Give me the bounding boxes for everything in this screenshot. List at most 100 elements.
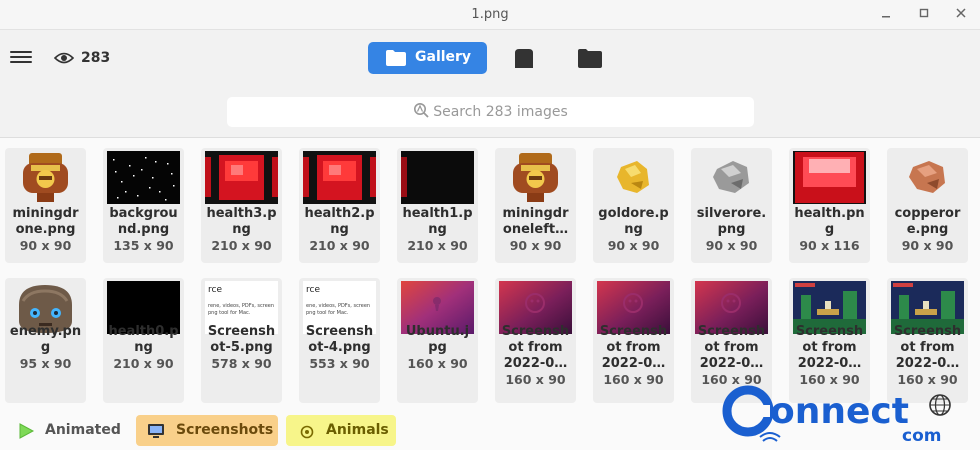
starfield-thumbnail — [107, 151, 180, 204]
image-dimensions: 210 x 90 — [211, 238, 272, 253]
image-dimensions: 90 x 90 — [607, 238, 660, 253]
image-dimensions: 90 x 90 — [19, 238, 72, 253]
copper-ore-thumbnail — [909, 161, 945, 193]
gallery-label: Gallery — [415, 49, 472, 65]
image-tile[interactable]: miningdr oneleft… 90 x 90 — [495, 148, 576, 263]
image-thumbnail — [793, 151, 866, 204]
filter-animated[interactable]: Animated — [5, 415, 127, 446]
image-tile[interactable]: health2.p ng 210 x 90 — [299, 148, 380, 263]
image-filename: Screensh ot from 2022-0… — [795, 324, 864, 371]
maximize-icon[interactable] — [913, 4, 935, 26]
image-filename: backgrou nd.png — [109, 206, 178, 237]
image-filename: Ubuntu.j pg — [405, 324, 470, 355]
image-filename: goldore.p ng — [598, 206, 669, 237]
image-thumbnail — [303, 151, 376, 204]
image-thumbnail — [891, 151, 964, 204]
folder-icon — [386, 50, 406, 66]
image-filename: health.pn g — [794, 206, 865, 237]
image-dimensions: 160 x 90 — [505, 372, 566, 387]
filter-animated-label: Animated — [45, 422, 121, 438]
health-full-thumbnail — [793, 151, 866, 204]
gold-ore-thumbnail — [617, 161, 649, 193]
monitor-icon — [148, 424, 164, 438]
image-tile[interactable]: miningdr one.png 90 x 90 — [5, 148, 86, 263]
mining-drone-thumbnail — [23, 153, 68, 202]
image-tile[interactable]: rce ene, videos, PDFs, screen png tool f… — [299, 278, 380, 403]
image-filename: Screensh ot from 2022-0… — [697, 324, 766, 371]
image-tile[interactable]: health.pn g 90 x 116 — [789, 148, 870, 263]
filter-screenshots-label: Screenshots — [176, 422, 274, 438]
image-thumbnail — [597, 151, 670, 204]
image-dimensions: 160 x 90 — [407, 356, 468, 371]
image-filename: Screensh ot-4.png — [305, 324, 374, 355]
search-bar-area: Search 283 images — [0, 86, 980, 138]
title-bar: 1.png — [0, 0, 980, 30]
health-bar-thumbnail — [205, 151, 278, 204]
image-thumbnail — [499, 151, 572, 204]
paw-icon — [300, 425, 314, 439]
image-tile[interactable]: goldore.p ng 90 x 90 — [593, 148, 674, 263]
image-tile[interactable]: rce rene, videos, PDFs, screen png tool … — [201, 278, 282, 403]
folder-view-icon[interactable] — [576, 44, 604, 72]
health-bar-thumbnail — [303, 151, 376, 204]
image-tile[interactable]: silverore. png 90 x 90 — [691, 148, 772, 263]
stack-icon[interactable] — [510, 44, 538, 72]
image-filename: Screensh ot-5.png — [207, 324, 276, 355]
image-thumbnail — [107, 151, 180, 204]
image-filename: miningdr oneleft… — [502, 206, 569, 237]
header-bar: 283 Gallery — [0, 30, 980, 86]
image-dimensions: 90 x 90 — [705, 238, 758, 253]
image-tile[interactable]: Ubuntu.j pg 160 x 90 — [397, 278, 478, 403]
connect-com-logo: onnect com — [722, 385, 951, 446]
window-title: 1.png — [471, 7, 509, 22]
image-filename: miningdr one.png — [12, 206, 79, 237]
image-dimensions: 90 x 90 — [509, 238, 562, 253]
image-filename: health2.p ng — [304, 206, 375, 237]
eye-icon — [54, 52, 74, 64]
close-icon[interactable] — [950, 4, 972, 26]
image-tile[interactable]: health1.p ng 210 x 90 — [397, 148, 478, 263]
minimize-icon[interactable] — [875, 4, 897, 26]
logo-brand-text: onnect — [770, 391, 909, 432]
mining-drone-thumbnail — [513, 153, 558, 202]
image-dimensions: 553 x 90 — [309, 356, 370, 371]
image-thumbnail — [695, 151, 768, 204]
image-filename: health1.p ng — [402, 206, 473, 237]
image-dimensions: 95 x 90 — [19, 356, 72, 371]
image-dimensions: 210 x 90 — [407, 238, 468, 253]
image-grid[interactable]: miningdr one.png 90 x 90 backgrou nd.png 13… — [5, 148, 980, 403]
silver-ore-thumbnail — [713, 161, 749, 193]
image-thumbnail — [401, 151, 474, 204]
health-bar-empty-thumbnail — [401, 151, 474, 204]
gallery-button[interactable]: Gallery — [368, 42, 487, 74]
image-dimensions: 90 x 90 — [901, 238, 954, 253]
search-input[interactable] — [227, 97, 754, 127]
image-tile[interactable]: backgrou nd.png 135 x 90 — [103, 148, 184, 263]
image-filename: enemy.pn g — [9, 324, 82, 355]
image-tile[interactable]: health3.p ng 210 x 90 — [201, 148, 282, 263]
filter-screenshots[interactable]: Screenshots — [136, 415, 278, 446]
image-dimensions: 160 x 90 — [603, 372, 664, 387]
image-thumbnail — [205, 151, 278, 204]
filter-animals-label: Animals — [326, 422, 389, 438]
image-dimensions: 578 x 90 — [211, 356, 272, 371]
image-tile[interactable]: Screensh ot from 2022-0… 160 x 90 — [593, 278, 674, 403]
image-dimensions: 135 x 90 — [113, 238, 174, 253]
play-icon — [19, 423, 35, 439]
image-filename: copperor e.png — [894, 206, 961, 237]
filter-animals[interactable]: Animals — [286, 415, 396, 446]
logo-domain-text: com — [902, 426, 941, 446]
hamburger-menu-icon[interactable] — [10, 48, 32, 68]
image-dimensions: 210 x 90 — [113, 356, 174, 371]
image-dimensions: 210 x 90 — [309, 238, 370, 253]
image-filename: Screensh ot from 2022-0… — [893, 324, 962, 371]
image-tile[interactable]: health0.p ng 210 x 90 — [103, 278, 184, 403]
image-filename: silverore. png — [696, 206, 767, 237]
image-filename: health3.p ng — [206, 206, 277, 237]
image-dimensions: 90 x 116 — [799, 238, 860, 253]
image-tile[interactable]: enemy.pn g 95 x 90 — [5, 278, 86, 403]
image-filename: Screensh ot from 2022-0… — [501, 324, 570, 371]
image-tile[interactable]: copperor e.png 90 x 90 — [887, 148, 968, 263]
image-filename: Screensh ot from 2022-0… — [599, 324, 668, 371]
image-tile[interactable]: Screensh ot from 2022-0… 160 x 90 — [495, 278, 576, 403]
